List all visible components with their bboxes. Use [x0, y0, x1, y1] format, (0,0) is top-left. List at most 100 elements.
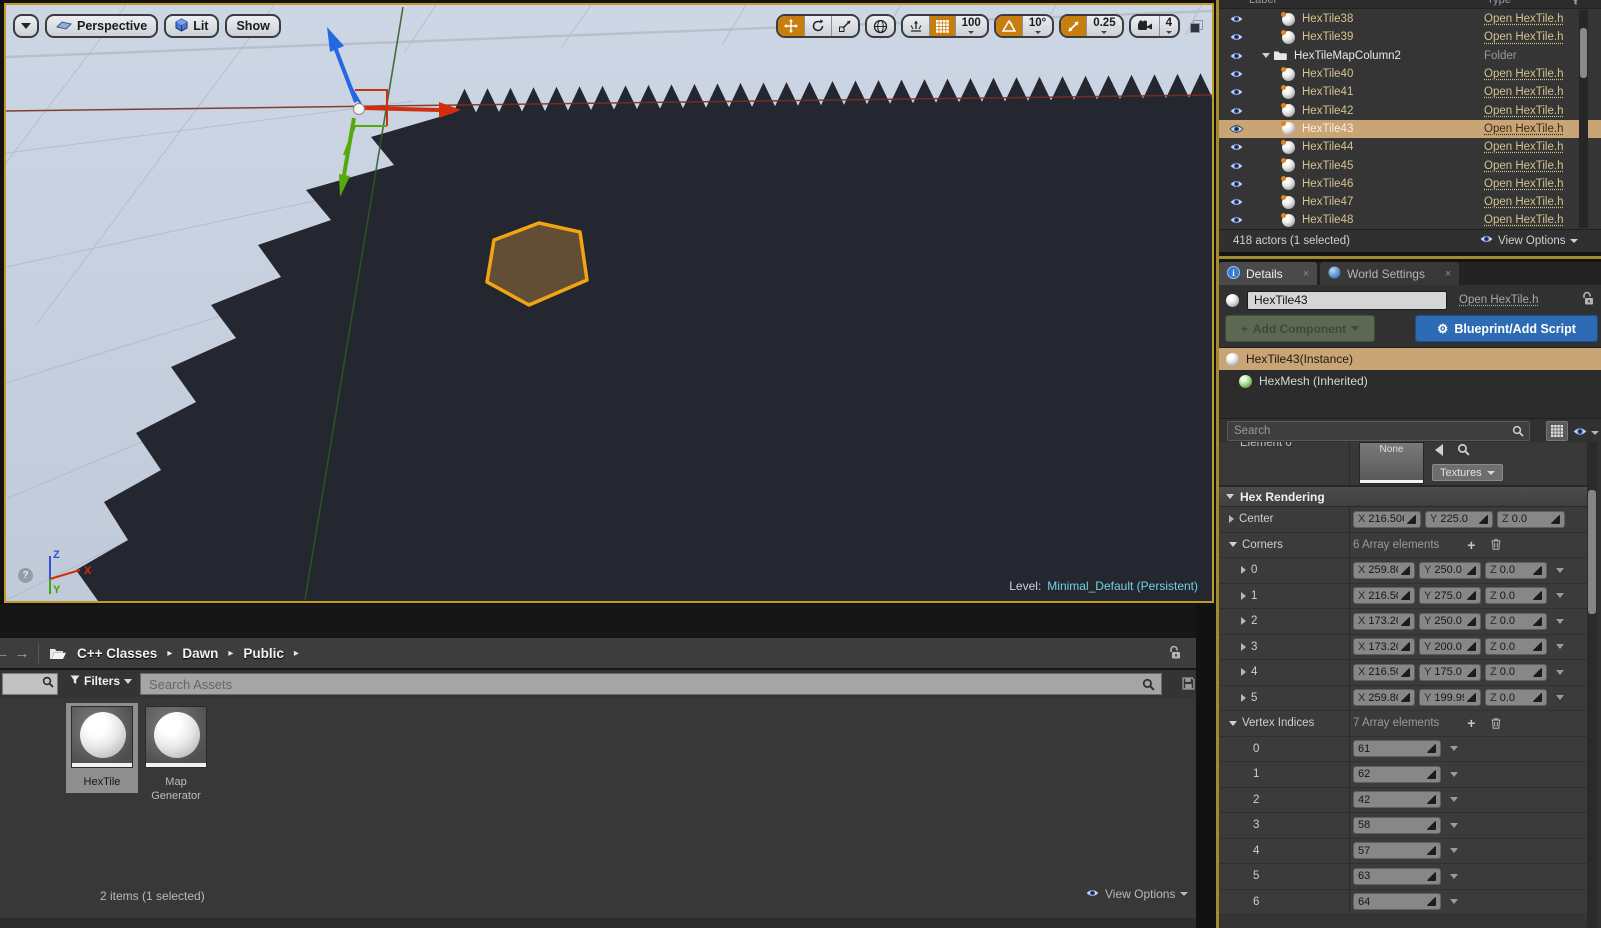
forward-arrow-icon[interactable]: →: [12, 645, 32, 662]
drag-slider-icon[interactable]: [1401, 668, 1410, 677]
rotation-snap-toggle-button[interactable]: [996, 16, 1022, 36]
expander-icon[interactable]: [1241, 694, 1246, 702]
display-filter-eye-button[interactable]: [1572, 424, 1599, 442]
property-matrix-icon[interactable]: [1546, 421, 1568, 441]
grid-snap-value-button[interactable]: 100: [955, 16, 987, 36]
element-options-icon[interactable]: [1556, 695, 1564, 700]
drag-slider-icon[interactable]: [1427, 872, 1436, 881]
drag-slider-icon[interactable]: [1467, 591, 1476, 600]
element-options-icon[interactable]: [1450, 848, 1458, 853]
drag-slider-icon[interactable]: [1533, 617, 1542, 626]
visibility-eye-icon[interactable]: [1229, 179, 1246, 189]
outliner-scrollbar[interactable]: [1579, 10, 1588, 228]
outliner-column-headers[interactable]: Label Type: [1219, 0, 1601, 9]
add-element-icon[interactable]: +: [1467, 537, 1475, 553]
element-options-icon[interactable]: [1556, 644, 1564, 649]
label-column-header[interactable]: Label: [1249, 0, 1276, 6]
delete-elements-icon[interactable]: [1491, 718, 1501, 729]
level-name-link[interactable]: Minimal_Default (Persistent): [1047, 579, 1198, 593]
outliner-row[interactable]: HexTile41Open HexTile.h: [1219, 83, 1601, 101]
search-assets-input[interactable]: [141, 677, 1142, 692]
component-row[interactable]: HexMesh (Inherited): [1219, 370, 1601, 392]
z-value-field[interactable]: Z0.0: [1485, 587, 1547, 604]
y-value-field[interactable]: Y250.0: [1419, 562, 1481, 579]
textures-dropdown-button[interactable]: Textures: [1432, 464, 1503, 481]
visibility-eye-icon[interactable]: [1229, 215, 1246, 225]
expander-icon[interactable]: [1229, 515, 1234, 523]
drag-slider-icon[interactable]: [1427, 897, 1436, 906]
element-options-icon[interactable]: [1450, 823, 1458, 828]
drag-slider-icon[interactable]: [1427, 846, 1436, 855]
save-search-icon[interactable]: [1182, 677, 1195, 695]
world-coordinates-button[interactable]: [867, 16, 894, 36]
x-value-field[interactable]: X259.80: [1353, 562, 1415, 579]
scrollbar-thumb[interactable]: [1588, 490, 1596, 614]
outliner-item-type-link[interactable]: Open HexTile.h: [1484, 86, 1563, 98]
outliner-row[interactable]: HexTile43Open HexTile.h: [1219, 120, 1601, 138]
drag-slider-icon[interactable]: [1533, 566, 1542, 575]
outliner-row[interactable]: HexTile45Open HexTile.h: [1219, 156, 1601, 174]
corner-index-label[interactable]: 4: [1241, 666, 1257, 678]
outliner-item-type-link[interactable]: Open HexTile.h: [1484, 31, 1563, 43]
visibility-eye-icon[interactable]: [1229, 161, 1246, 171]
vertex-indices-array-label[interactable]: Vertex Indices: [1229, 717, 1314, 729]
visibility-eye-icon[interactable]: [1229, 51, 1246, 61]
drag-slider-icon[interactable]: [1401, 591, 1410, 600]
x-value-field[interactable]: X173.20: [1353, 638, 1415, 655]
outliner-item-type-link[interactable]: Open HexTile.h: [1484, 160, 1563, 172]
z-value-field[interactable]: Z0.0: [1485, 664, 1547, 681]
drag-slider-icon[interactable]: [1427, 744, 1436, 753]
asset-tile-map-generator[interactable]: Map Generator: [140, 703, 212, 807]
add-component-button[interactable]: + Add Component: [1225, 315, 1375, 342]
show-flags-button[interactable]: Show: [225, 14, 280, 38]
camera-speed-button[interactable]: [1131, 16, 1159, 36]
drag-slider-icon[interactable]: [1551, 515, 1560, 524]
category-expander-icon[interactable]: [1226, 494, 1234, 499]
vertex-value-field[interactable]: 58: [1353, 817, 1441, 834]
element-options-icon[interactable]: [1450, 797, 1458, 802]
drag-slider-icon[interactable]: [1427, 795, 1436, 804]
outliner-item-type-link[interactable]: Open HexTile.h: [1484, 214, 1563, 226]
y-value-field[interactable]: Y225.0: [1425, 511, 1493, 528]
element-options-icon[interactable]: [1556, 568, 1564, 573]
visibility-eye-icon[interactable]: [1229, 142, 1246, 152]
browse-icon[interactable]: [1457, 443, 1470, 461]
drag-slider-icon[interactable]: [1467, 693, 1476, 702]
asset-tile-hextile[interactable]: HexTile: [66, 703, 138, 793]
x-value-field[interactable]: X259.80: [1353, 689, 1415, 706]
corner-index-label[interactable]: 1: [1241, 590, 1257, 602]
y-value-field[interactable]: Y200.0: [1419, 638, 1481, 655]
vertex-value-field[interactable]: 62: [1353, 766, 1441, 783]
expander-icon[interactable]: [1241, 617, 1246, 625]
scale-snap-value-button[interactable]: 0.25: [1086, 16, 1121, 36]
outliner-item-type-link[interactable]: Open HexTile.h: [1484, 68, 1563, 80]
z-value-field[interactable]: Z0.0: [1485, 689, 1547, 706]
viewport-scene[interactable]: [6, 5, 1212, 601]
open-header-link[interactable]: Open HexTile.h: [1459, 294, 1538, 306]
expander-icon[interactable]: [1241, 566, 1246, 574]
hex-rendering-category-header[interactable]: Hex Rendering: [1219, 487, 1587, 507]
element-options-icon[interactable]: [1450, 874, 1458, 879]
expander-icon[interactable]: [1229, 542, 1237, 547]
element-options-icon[interactable]: [1556, 670, 1564, 675]
content-browser-view-options-button[interactable]: View Options: [1085, 887, 1188, 901]
element-options-icon[interactable]: [1556, 593, 1564, 598]
viewport-3d[interactable]: Perspective Lit Show 100: [4, 3, 1214, 603]
material-thumbnail[interactable]: None: [1359, 442, 1424, 484]
details-scrollbar[interactable]: [1587, 442, 1597, 928]
drag-slider-icon[interactable]: [1401, 642, 1410, 651]
drag-slider-icon[interactable]: [1427, 821, 1436, 830]
drag-slider-icon[interactable]: [1467, 668, 1476, 677]
scrollbar-thumb[interactable]: [1580, 28, 1587, 78]
outliner-item-type-link[interactable]: Open HexTile.h: [1484, 178, 1563, 190]
close-icon[interactable]: ×: [1445, 268, 1451, 280]
type-column-header[interactable]: Type: [1487, 0, 1511, 6]
expander-icon[interactable]: [1241, 592, 1246, 600]
perspective-button[interactable]: Perspective: [45, 14, 158, 38]
breadcrumb-item[interactable]: Public: [243, 646, 284, 661]
outliner-row[interactable]: HexTile48Open HexTile.h: [1219, 211, 1601, 229]
outliner-item-type-link[interactable]: Open HexTile.h: [1484, 13, 1563, 25]
outliner-item-type-link[interactable]: Open HexTile.h: [1484, 141, 1563, 153]
actor-name-input[interactable]: [1247, 291, 1447, 310]
outliner-row[interactable]: HexTile40Open HexTile.h: [1219, 65, 1601, 83]
